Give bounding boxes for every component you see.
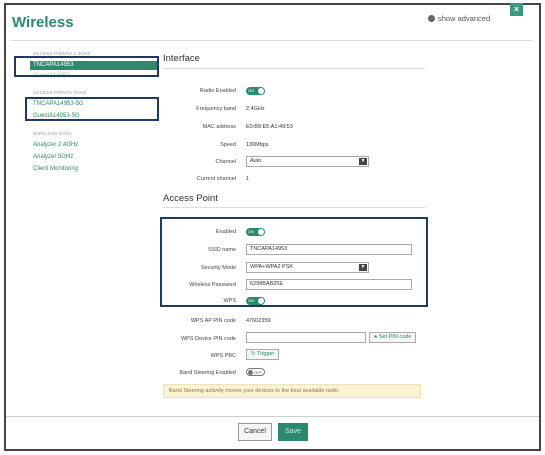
wps-device-pin-label: WPS Device PIN code — [180, 336, 236, 342]
show-advanced-label: show advanced — [438, 14, 491, 23]
speed-value: 130Mbps — [246, 142, 269, 148]
gear-icon — [428, 15, 435, 22]
sidebar-section-wireless-data: WIRELESS DATA — [33, 131, 72, 136]
sidebar-item-client-monitoring[interactable]: Client Monitoring — [33, 166, 78, 172]
wireless-password-label: Wireless Password — [189, 282, 236, 288]
wps-pbc-label: WPS PBC — [210, 353, 236, 359]
ssid-label: SSID name — [207, 247, 236, 253]
sidebar-section-5ghz: ACCESS POINTS 5GHZ — [33, 90, 87, 95]
radio-enabled-label: Radio Enabled — [199, 88, 236, 94]
frequency-band-label: Frequency band — [196, 106, 236, 112]
frequency-band-value: 2.4GHz — [246, 106, 265, 112]
toggle-state: OFF — [254, 370, 262, 375]
wps-label: WPS — [223, 298, 236, 304]
security-mode-value: WPA+WPA2 PSK — [250, 264, 294, 270]
cancel-button[interactable]: Cancel — [238, 423, 272, 441]
close-button[interactable]: × — [510, 3, 523, 16]
ssid-input[interactable]: TNCAPA14953 — [246, 244, 412, 255]
set-pin-label: Set PIN code — [378, 334, 412, 340]
channel-select[interactable]: Auto ▼ — [246, 156, 369, 167]
toggle-state: ON — [248, 229, 254, 234]
trigger-label: Trigger — [257, 351, 275, 357]
band-steering-toggle[interactable]: OFF — [246, 368, 265, 376]
divider — [6, 416, 539, 417]
channel-value: Auto — [250, 158, 262, 164]
divider — [10, 40, 533, 41]
toggle-knob — [258, 88, 264, 94]
trigger-button[interactable]: ↻ Trigger — [246, 349, 280, 360]
channel-label: Channel — [215, 159, 237, 165]
ap-enabled-label: Enabled — [215, 229, 236, 235]
speed-label: Speed — [220, 142, 236, 148]
show-advanced-link[interactable]: show advanced — [428, 14, 490, 23]
band-steering-notice: Band Steering actively moves your device… — [163, 384, 421, 398]
toggle-knob — [258, 298, 264, 304]
band-steering-label: Band Steering Enabled — [179, 370, 236, 376]
page-title: Wireless — [12, 14, 74, 31]
mac-address-label: MAC address — [202, 124, 236, 130]
radio-enabled-toggle[interactable]: ON — [246, 87, 265, 95]
wps-device-pin-input[interactable] — [246, 332, 366, 343]
wps-ap-pin-label: WPS AP PIN code — [190, 318, 236, 324]
wps-toggle[interactable]: ON — [246, 297, 265, 305]
security-mode-label: Security Mode — [200, 265, 236, 271]
toggle-knob — [258, 229, 264, 235]
toggle-state: ON — [248, 88, 254, 93]
wps-ap-pin-value: 47602359 — [246, 318, 271, 324]
highlight-box — [25, 97, 159, 121]
security-mode-select[interactable]: WPA+WPA2 PSK ▼ — [246, 262, 369, 273]
divider — [163, 68, 425, 69]
chevron-down-icon: ▼ — [359, 264, 367, 271]
highlight-box — [14, 56, 159, 77]
wireless-password-input[interactable]: 6299BAB25E — [246, 279, 412, 290]
chevron-down-icon: ▼ — [359, 158, 367, 165]
mac-address-value: E0:B9:E5:A1:49:53 — [246, 124, 293, 130]
save-button[interactable]: Save — [278, 423, 308, 441]
toggle-knob — [248, 370, 253, 375]
sidebar-item-analyzer-5[interactable]: Analyzer 5GHz — [33, 154, 73, 160]
toggle-state: ON — [248, 298, 254, 303]
current-channel-value: 1 — [246, 176, 250, 182]
set-pin-button[interactable]: ● Set PIN code — [369, 332, 417, 343]
divider — [163, 207, 425, 208]
current-channel-label: Current channel — [196, 176, 236, 182]
interface-title: Interface — [163, 53, 200, 64]
sidebar-item-analyzer-24[interactable]: Analyzer 2.4GHz — [33, 142, 78, 148]
ap-enabled-toggle[interactable]: ON — [246, 228, 265, 236]
access-point-title: Access Point — [163, 193, 218, 204]
